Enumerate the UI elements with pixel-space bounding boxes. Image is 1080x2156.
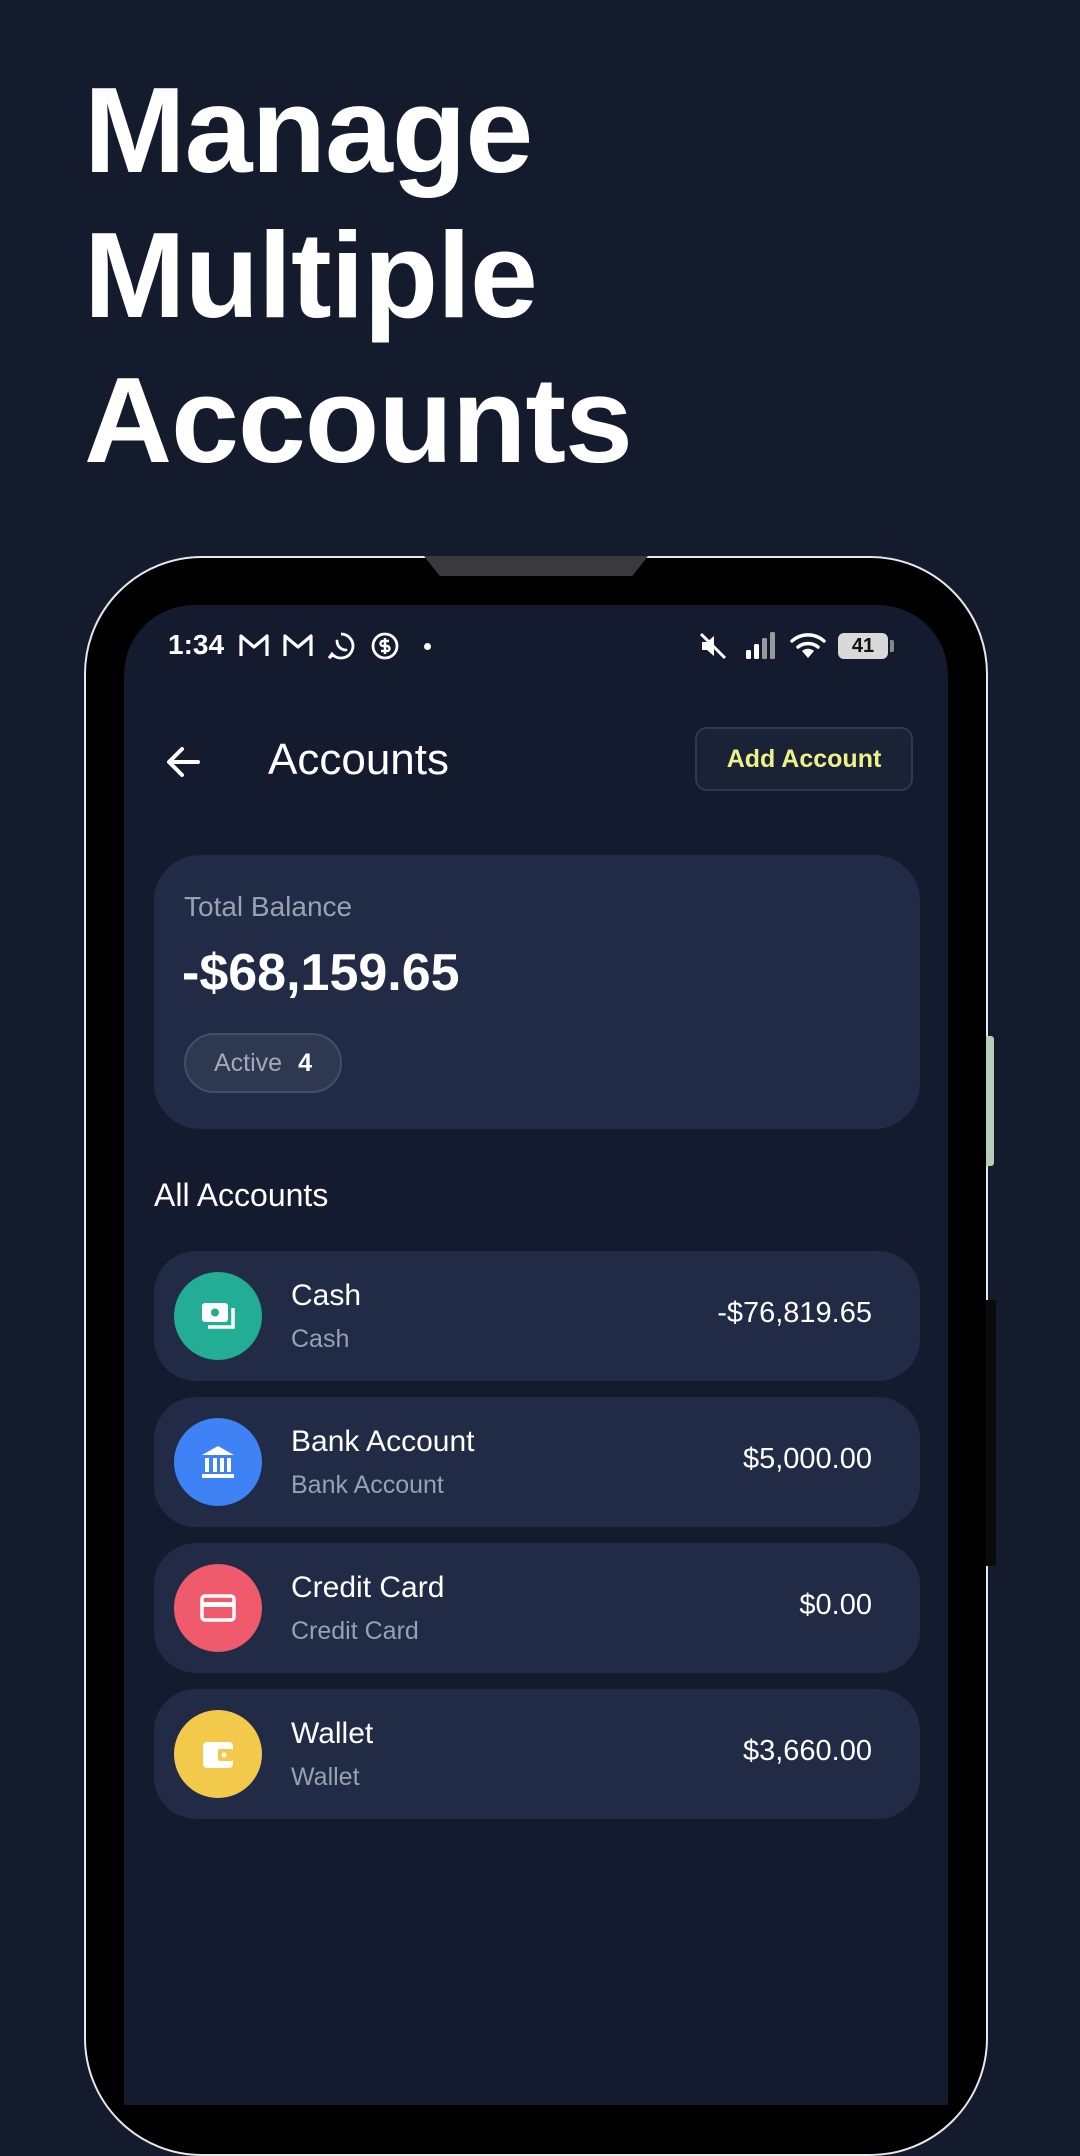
dollar-circle-icon [371,632,399,660]
wifi-icon [790,633,826,658]
account-balance: $5,000.00 [742,1443,872,1475]
account-type: Credit Card [291,1617,419,1645]
wallet-icon [203,1742,233,1768]
account-name: Bank Account [291,1425,475,1458]
account-type: Bank Account [291,1471,444,1499]
account-balance: $0.00 [799,1589,872,1621]
account-name: Cash [291,1279,362,1312]
gmail-icon-2 [283,634,313,656]
whatsapp-icon [327,632,355,660]
active-label: Active [214,1048,283,1077]
total-balance-label: Total Balance [184,891,353,922]
account-icon-circle [174,1564,262,1652]
account-icon-circle [174,1418,262,1506]
account-item-bank-account[interactable]: Bank Account Bank Account $5,000.00 [154,1397,920,1527]
account-name: Credit Card [291,1571,445,1604]
page-title: Accounts [268,735,449,784]
account-type: Wallet [291,1763,360,1791]
active-accounts-badge: Active 4 [184,1033,342,1093]
headline-line-3: Accounts [84,352,633,488]
phone-notch [424,556,648,576]
battery-indicator: 41 [838,633,888,659]
phone-side-button [986,1036,994,1166]
back-arrow-icon[interactable] [158,735,212,789]
account-item-credit-card[interactable]: Credit Card Credit Card $0.00 [154,1543,920,1673]
mute-icon [699,632,727,660]
headline-line-2: Multiple [84,207,538,343]
bank-icon [202,1446,234,1478]
account-type: Cash [291,1325,350,1353]
cash-icon [202,1303,235,1329]
total-balance-card: Total Balance -$68,159.65 Active 4 [154,855,920,1129]
account-item-wallet[interactable]: Wallet Wallet $3,660.00 [154,1689,920,1819]
notification-dot [424,643,431,650]
add-account-button[interactable]: Add Account [695,727,913,791]
total-balance-amount: -$68,159.65 [182,944,460,1002]
account-icon-circle [174,1272,262,1360]
status-bar: 1:34 41 [124,605,948,685]
headline-line-1: Manage [84,62,533,198]
battery-tip [890,640,894,652]
signal-icon [746,632,775,659]
section-title: All Accounts [154,1177,329,1213]
active-count: 4 [298,1048,312,1077]
account-icon-circle [174,1710,262,1798]
gmail-icon [239,634,269,656]
headline: Manage Multiple Accounts [84,58,633,493]
credit-card-icon [200,1594,236,1622]
phone-volume-button [986,1300,996,1566]
account-balance: -$76,819.65 [717,1297,872,1329]
account-name: Wallet [291,1717,374,1750]
status-time: 1:34 [168,629,225,660]
phone-screen: 1:34 41 Accounts Add Account Total Balan… [124,605,948,2105]
account-balance: $3,660.00 [742,1735,872,1767]
account-item-cash[interactable]: Cash Cash -$76,819.65 [154,1251,920,1381]
